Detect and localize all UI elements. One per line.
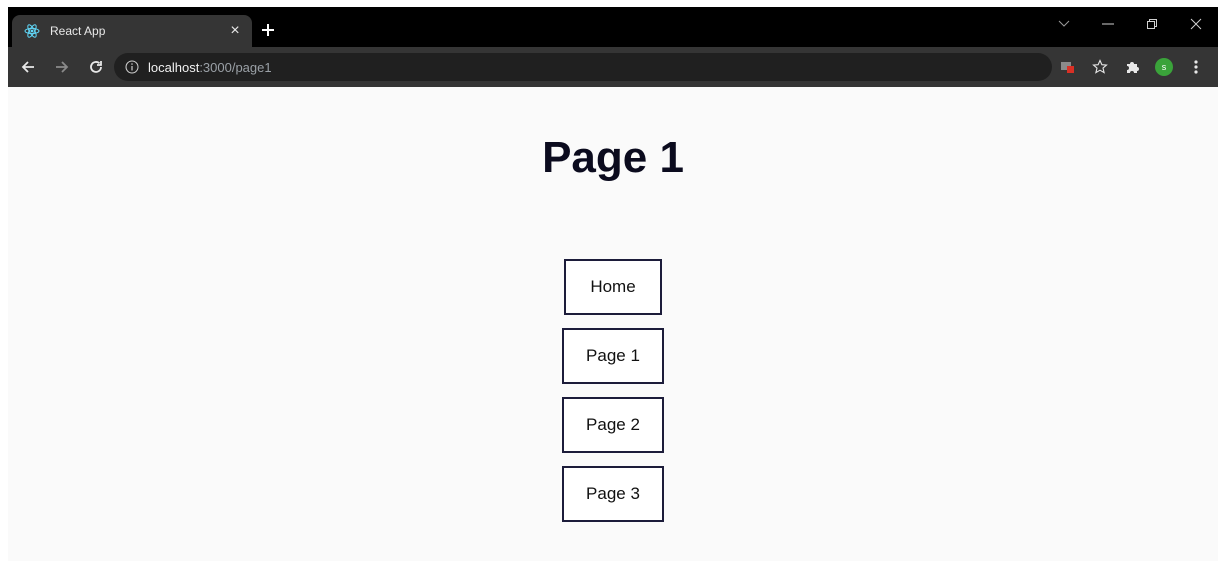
browser-window: React App × localhost:3000/page1 s Page …	[8, 7, 1218, 561]
profile-avatar[interactable]: s	[1150, 53, 1178, 81]
puzzle-icon[interactable]	[1118, 53, 1146, 81]
page-viewport: Page 1 Home Page 1 Page 2 Page 3	[8, 87, 1218, 561]
tab-react-app[interactable]: React App ×	[12, 15, 252, 47]
tab-close-icon[interactable]: ×	[226, 22, 244, 40]
info-icon[interactable]	[124, 59, 140, 75]
nav-link-page-2[interactable]: Page 2	[562, 397, 664, 453]
address-bar[interactable]: localhost:3000/page1	[114, 53, 1052, 81]
toolbar-actions: s	[1050, 53, 1210, 81]
minimize-icon[interactable]	[1086, 7, 1130, 41]
kebab-menu-icon[interactable]	[1182, 53, 1210, 81]
page-nav: Home Page 1 Page 2 Page 3	[8, 259, 1218, 535]
url-text: localhost:3000/page1	[148, 60, 272, 75]
window-controls	[1042, 7, 1218, 41]
arrow-right-icon[interactable]	[48, 53, 76, 81]
nav-link-home[interactable]: Home	[564, 259, 662, 315]
close-icon[interactable]	[1174, 7, 1218, 41]
star-icon[interactable]	[1086, 53, 1114, 81]
tab-title: React App	[50, 24, 106, 38]
arrow-left-icon[interactable]	[14, 53, 42, 81]
nav-link-page-1[interactable]: Page 1	[562, 328, 664, 384]
tab-strip: React App ×	[8, 7, 1218, 47]
url-host: localhost	[148, 59, 200, 75]
page-title: Page 1	[542, 133, 684, 182]
nav-link-page-3[interactable]: Page 3	[562, 466, 664, 522]
url-path: :3000/page1	[199, 59, 272, 75]
react-icon	[24, 23, 40, 39]
restore-icon[interactable]	[1130, 7, 1174, 41]
media-blocked-icon[interactable]	[1054, 53, 1082, 81]
browser-toolbar: localhost:3000/page1 s	[8, 47, 1218, 87]
profile-initial: s	[1155, 58, 1173, 76]
reload-icon[interactable]	[82, 53, 110, 81]
chevron-down-icon[interactable]	[1042, 7, 1086, 41]
plus-icon[interactable]	[256, 18, 280, 42]
